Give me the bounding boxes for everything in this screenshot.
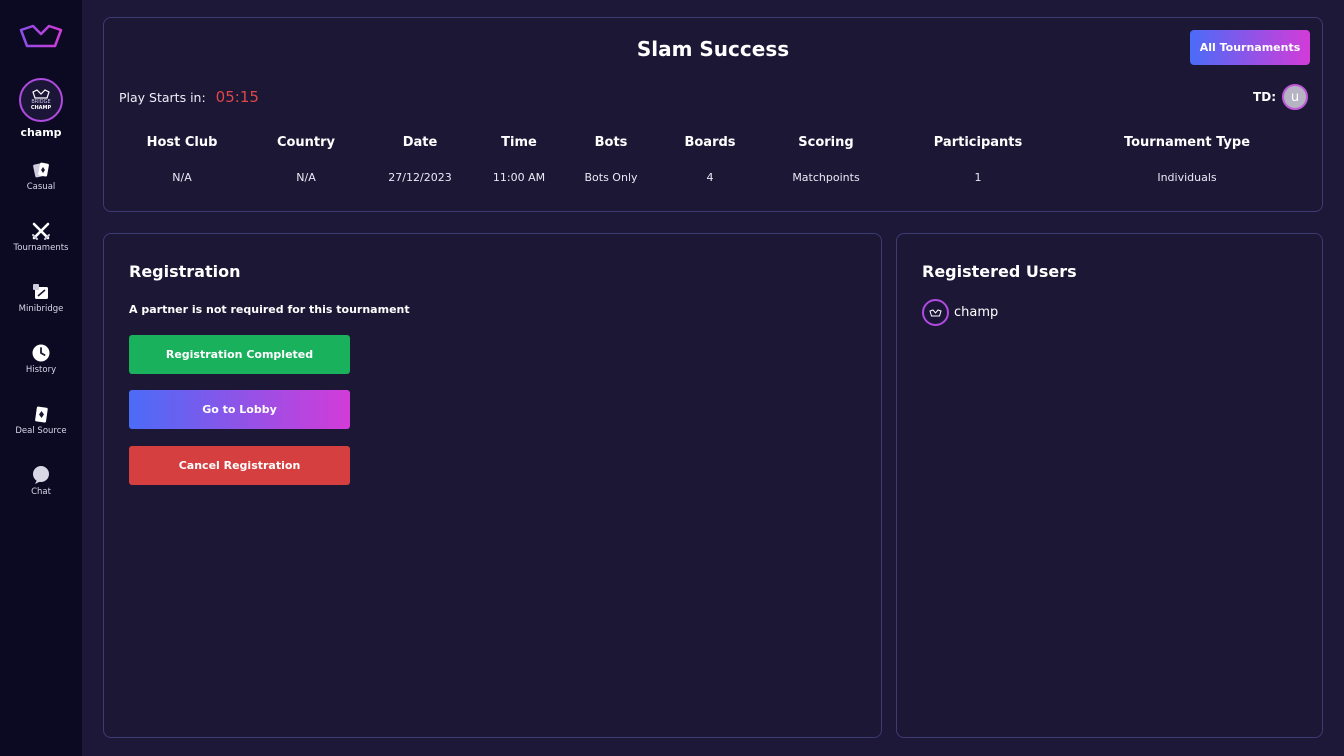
sidebar-item-minibridge[interactable]: Minibridge	[0, 267, 82, 328]
go-to-lobby-button[interactable]: Go to Lobby	[129, 390, 350, 429]
registration-completed-button[interactable]: Registration Completed	[129, 335, 350, 374]
crossed-swords-icon	[32, 222, 50, 240]
registered-users-title: Registered Users	[922, 262, 1077, 281]
avatar	[922, 299, 949, 326]
sidebar-item-label: Chat	[31, 486, 51, 497]
sidebar-item-history[interactable]: History	[0, 328, 82, 389]
sidebar-item-deal-source[interactable]: Deal Source	[0, 389, 82, 450]
card-deal-icon	[35, 406, 48, 423]
user-name: champ	[954, 305, 999, 320]
profile-name: champ	[20, 126, 62, 139]
sidebar-item-chat[interactable]: Chat	[0, 450, 82, 511]
cards-icon	[33, 162, 49, 177]
info-scoring: Scoring Matchpoints	[792, 135, 859, 184]
cancel-registration-button[interactable]: Cancel Registration	[129, 446, 350, 485]
info-time: Time 11:00 AM	[493, 135, 545, 184]
info-value: N/A	[172, 171, 192, 184]
sidebar-item-tournaments[interactable]: Tournaments	[0, 206, 82, 267]
crown-logo-icon[interactable]	[19, 22, 63, 50]
info-value: 11:00 AM	[492, 171, 546, 184]
info-label: Country	[276, 135, 336, 150]
info-value: Individuals	[1157, 171, 1217, 184]
all-tournaments-button[interactable]: All Tournaments	[1190, 30, 1310, 65]
info-tournament-type: Tournament Type Individuals	[1124, 135, 1250, 184]
info-participants: Participants 1	[934, 135, 1022, 184]
info-value: Matchpoints	[792, 171, 860, 184]
info-label: Host Club	[146, 135, 218, 150]
info-label: Participants	[933, 135, 1023, 150]
info-value: 4	[706, 171, 714, 184]
sidebar: BRIDGE CHAMP champ Casual Tournaments Mi…	[0, 0, 82, 756]
sidebar-item-label: Tournaments	[13, 242, 69, 253]
countdown-timer: 05:15	[215, 88, 259, 106]
info-value: N/A	[296, 171, 316, 184]
info-label: Boards	[684, 135, 736, 150]
avatar[interactable]: BRIDGE CHAMP	[19, 78, 63, 122]
registration-title: Registration	[129, 262, 241, 281]
list-item[interactable]: champ	[922, 299, 998, 326]
info-boards: Boards 4	[684, 135, 735, 184]
crown-icon	[929, 308, 942, 316]
play-starts-label: Play Starts in:	[119, 90, 206, 105]
sidebar-profile[interactable]: BRIDGE CHAMP champ	[19, 78, 63, 139]
sidebar-item-label: Casual	[26, 181, 56, 192]
registration-card: Registration A partner is not required f…	[103, 233, 882, 738]
sidebar-item-label: Deal Source	[15, 425, 67, 436]
clock-icon	[32, 344, 50, 361]
info-value: 27/12/2023	[388, 171, 452, 184]
sidebar-item-label: Minibridge	[18, 303, 64, 314]
info-label: Time	[501, 135, 537, 150]
avatar-brand-line2: CHAMP	[30, 105, 52, 111]
tournament-director: TD: u	[1253, 84, 1308, 110]
info-value: 1	[974, 171, 982, 184]
td-avatar[interactable]: u	[1282, 84, 1308, 110]
minibridge-icon	[33, 283, 48, 299]
tournament-header-card: Slam Success All Tournaments Play Starts…	[103, 17, 1323, 212]
partner-note: A partner is not required for this tourn…	[129, 303, 410, 316]
info-country: Country N/A	[277, 135, 335, 184]
play-starts: Play Starts in: 05:15	[119, 88, 259, 106]
info-value: Bots Only	[584, 171, 638, 184]
info-label: Scoring	[798, 135, 854, 150]
page-title: Slam Success	[636, 37, 790, 61]
info-label: Tournament Type	[1123, 135, 1251, 150]
info-label: Bots	[594, 135, 628, 150]
info-host-club: Host Club N/A	[147, 135, 218, 184]
chat-bubble-icon	[33, 465, 49, 484]
registered-users-card: Registered Users champ	[896, 233, 1323, 738]
crown-icon	[32, 89, 50, 99]
sidebar-item-casual[interactable]: Casual	[0, 145, 82, 206]
info-date: Date 27/12/2023	[388, 135, 451, 184]
tournament-info-row: Host Club N/A Country N/A Date 27/12/202…	[104, 135, 1324, 195]
info-bots: Bots Bots Only	[584, 135, 637, 184]
info-label: Date	[402, 135, 438, 150]
sidebar-item-label: History	[25, 364, 57, 375]
td-label: TD:	[1253, 90, 1276, 104]
